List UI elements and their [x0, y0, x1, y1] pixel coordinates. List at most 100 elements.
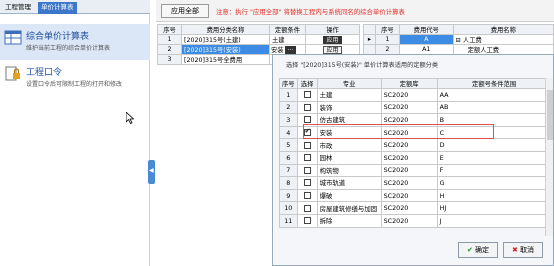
condition-cell[interactable]: 土建 — [269, 34, 306, 45]
library-cell: SC2020 — [380, 138, 438, 152]
table-row[interactable]: 10 房屋建筑修缮与加固 SC2020 HJ — [279, 201, 552, 215]
library-cell: SC2020 — [380, 150, 438, 165]
col-header: 序号 — [374, 24, 400, 35]
collapse-arrow-icon: ◀ — [149, 167, 154, 174]
select-checkbox[interactable] — [303, 141, 311, 149]
select-checkbox[interactable] — [303, 116, 311, 124]
cancel-label: 取消 — [520, 246, 535, 254]
select-cell[interactable] — [296, 88, 318, 102]
range-cell: J — [436, 213, 552, 228]
major-cell: 市政 — [316, 138, 382, 152]
table-row[interactable]: 1 [2020]315号(土建) 土建 应用 — [157, 34, 360, 45]
select-checkbox[interactable] — [303, 166, 311, 174]
table-row[interactable]: 11 拆除 SC2020 J — [279, 213, 552, 228]
col-header-marker — [363, 24, 376, 35]
select-cell[interactable] — [296, 176, 318, 190]
scrollbar-thumb[interactable] — [547, 90, 553, 140]
row-number: 2 — [157, 44, 182, 55]
major-cell: 房屋建筑修缮与加固 — [316, 201, 382, 215]
range-cell: H — [436, 188, 552, 203]
library-cell: SC2020 — [380, 213, 438, 228]
select-checkbox[interactable] — [303, 179, 311, 187]
category-name[interactable]: [2020]315号全费用 — [181, 54, 270, 65]
table-row[interactable]: 1 土建 SC2020 AA — [279, 88, 552, 102]
table-row[interactable]: ▸ 1 A ⊟ 人工费 — [363, 34, 554, 45]
select-checkbox[interactable] — [303, 192, 311, 200]
apply-all-button[interactable]: 应用全部 — [161, 4, 209, 18]
apply-button[interactable]: 应用 — [323, 45, 342, 54]
select-checkbox[interactable] — [303, 103, 311, 111]
major-cell: 爆破 — [316, 188, 382, 203]
select-checkbox[interactable] — [303, 154, 311, 162]
select-cell[interactable] — [296, 150, 318, 165]
select-cell[interactable] — [296, 138, 318, 152]
cancel-button[interactable]: ✖ 取消 — [503, 242, 543, 258]
select-checkbox[interactable] — [303, 217, 311, 225]
fee-name[interactable]: ⊟ 人工费 — [452, 34, 554, 45]
table-row[interactable]: 2 [2020]315号(安装) 安装 ··· 应用 — [157, 44, 360, 55]
col-header: 定额库 — [380, 78, 438, 89]
major-cell: 构筑物 — [316, 163, 382, 178]
module-title: 综合单价计算表 — [26, 32, 90, 42]
range-cell: AB — [436, 100, 552, 115]
major-cell: 拆除 — [316, 213, 382, 228]
range-cell: G — [436, 176, 552, 190]
row-indicator-icon — [363, 44, 376, 55]
library-cell: SC2020 — [380, 188, 438, 203]
table-row[interactable]: 8 城市轨道 SC2020 G — [279, 176, 552, 190]
table-row[interactable]: 6 园林 SC2020 E — [279, 150, 552, 165]
row-number: 2 — [374, 44, 400, 55]
table-row[interactable]: 7 构筑物 SC2020 F — [279, 163, 552, 178]
tab-project-management[interactable]: 工程管理 — [2, 2, 34, 14]
select-checkbox[interactable] — [303, 204, 311, 212]
category-select-grid: 序号 选择 专业 定额库 定额号条件范围 1 土建 SC2020 AA 2 装饰 SC202… — [279, 78, 552, 228]
table-icon — [4, 30, 22, 45]
tree-collapse-icon[interactable]: ⊟ — [456, 37, 461, 44]
confirm-label: 确定 — [475, 246, 490, 254]
table-row[interactable]: 2 A1 定额人工费 — [363, 44, 554, 55]
major-cell: 土建 — [316, 88, 382, 102]
range-cell: AA — [436, 88, 552, 102]
col-header: 专业 — [316, 78, 382, 89]
tab-unit-price-table[interactable]: 单价计算表 — [38, 2, 77, 14]
dialog-scrollbar[interactable] — [545, 78, 553, 236]
fee-name-text: 人工费 — [462, 37, 482, 44]
row-number: 1 — [374, 34, 400, 45]
confirm-button[interactable]: ✔ 确定 — [458, 242, 498, 258]
collapse-panel-handle[interactable]: ◀ — [148, 160, 155, 184]
module-project-password[interactable]: 工程口令 设置口令后可限制工程的打开和修改 — [0, 60, 150, 96]
selected-row-highlight — [303, 124, 494, 139]
table-row[interactable]: 5 市政 SC2020 D — [279, 138, 552, 152]
row-indicator-icon: ▸ — [363, 34, 376, 45]
ellipsis-button[interactable]: ··· — [284, 46, 297, 54]
select-cell[interactable] — [296, 201, 318, 215]
fee-name[interactable]: 定额人工费 — [452, 44, 554, 55]
row-number: 5 — [279, 138, 298, 152]
fee-code[interactable]: A1 — [398, 44, 454, 55]
select-cell[interactable] — [296, 213, 318, 228]
row-number: 1 — [157, 34, 182, 45]
select-cell[interactable] — [296, 188, 318, 203]
table-row[interactable]: 9 爆破 SC2020 H — [279, 188, 552, 203]
fee-code[interactable]: A — [398, 34, 454, 45]
module-desc: 设置口令后可限制工程的打开和修改 — [26, 81, 123, 88]
left-tab-bar: 工程管理 单价计算表 — [0, 0, 150, 14]
range-cell: D — [436, 138, 552, 152]
row-number: 4 — [279, 125, 298, 140]
select-checkbox[interactable] — [303, 91, 311, 99]
table-row[interactable]: 2 装饰 SC2020 AB — [279, 100, 552, 115]
library-cell: SC2020 — [380, 88, 438, 102]
row-number: 11 — [279, 213, 298, 228]
select-cell[interactable] — [296, 100, 318, 115]
category-name[interactable]: [2020]315号(土建) — [181, 34, 270, 45]
category-name[interactable]: [2020]315号(安装) — [181, 44, 270, 55]
module-unit-price-table[interactable]: 综合单价计算表 维护当前工程的综合单价计算表 — [0, 24, 150, 60]
major-cell: 装饰 — [316, 100, 382, 115]
notice-text: 注意：执行 "应用全部" 将替换工程内与系统同名的综合单价计算表 — [216, 8, 405, 16]
select-cell[interactable] — [296, 163, 318, 178]
row-number: 1 — [279, 88, 298, 102]
module-title: 工程口令 — [26, 68, 63, 78]
condition-cell[interactable]: 安装 — [271, 47, 284, 54]
library-cell: SC2020 — [380, 201, 438, 215]
apply-button[interactable]: 应用 — [323, 35, 342, 44]
